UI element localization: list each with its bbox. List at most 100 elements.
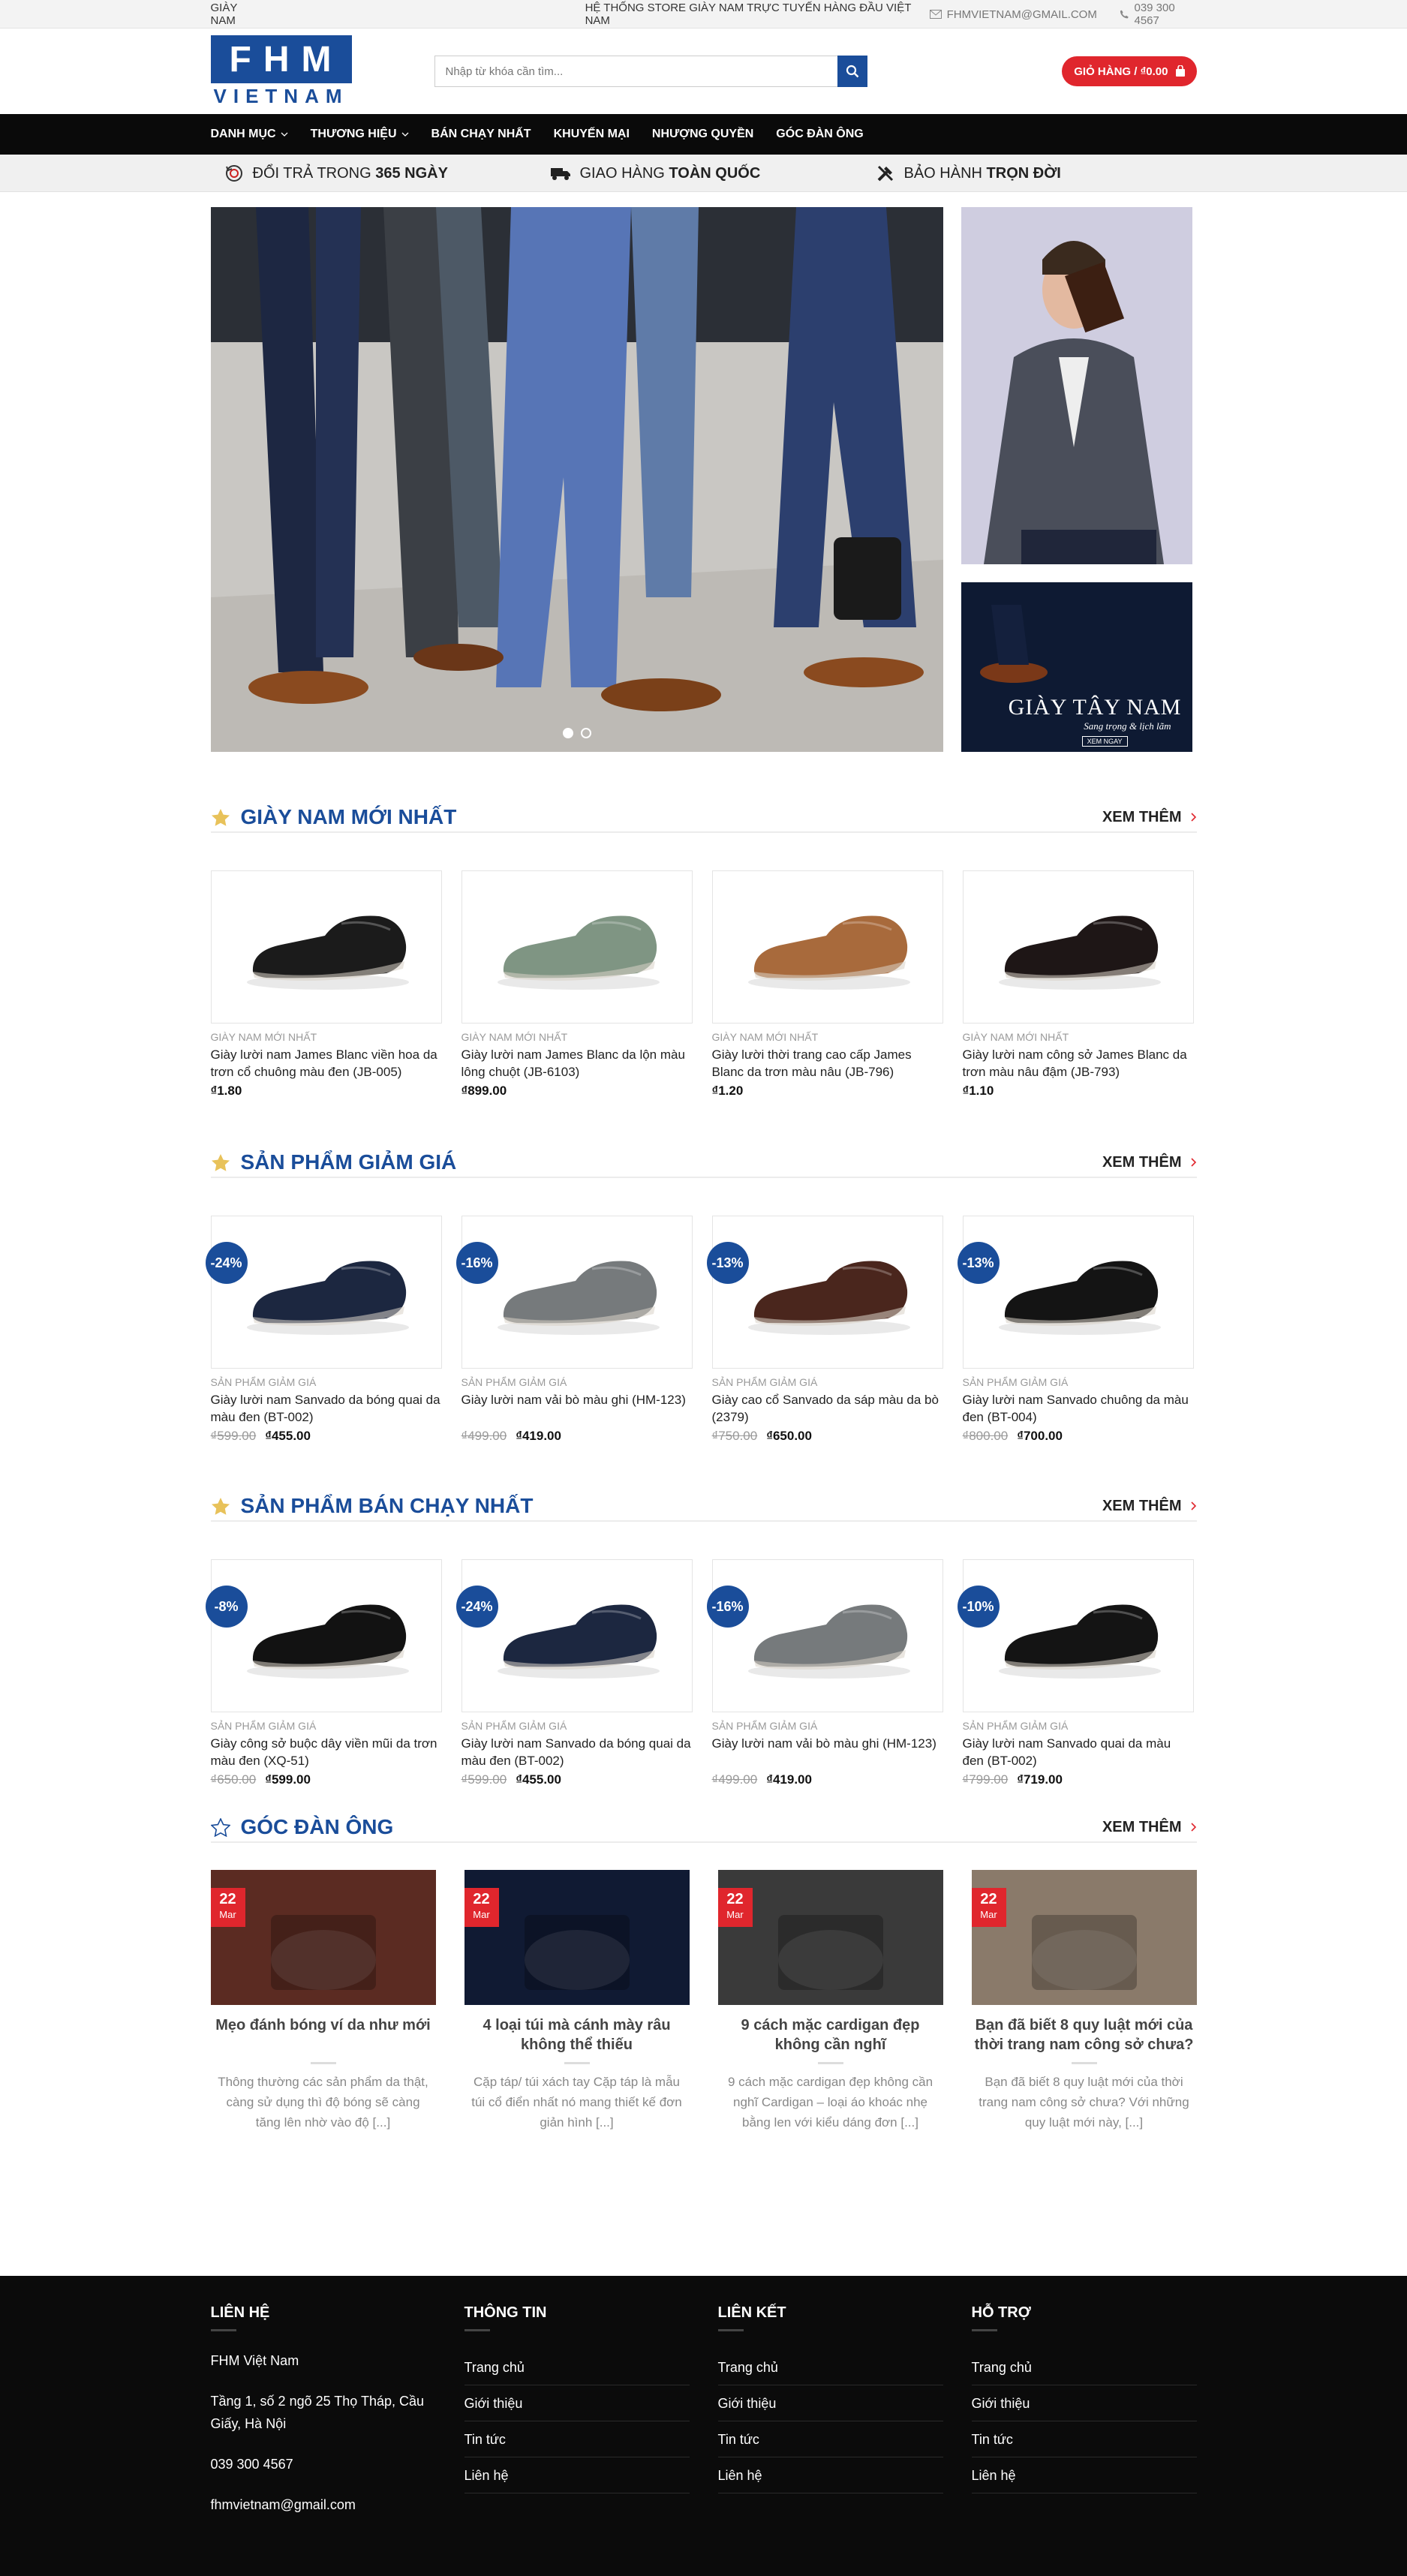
product-image[interactable]: -16% bbox=[706, 1559, 943, 1712]
product-category[interactable]: GIÀY NAM MỚI NHẤT bbox=[211, 1031, 443, 1043]
footer-link[interactable]: Giới thiệu bbox=[464, 2385, 690, 2421]
product-card[interactable]: -24% SẢN PHẨM GIẢM GIÁ Giày lười nam Sanva… bbox=[455, 1559, 694, 1787]
product-card[interactable]: -13% SẢN PHẨM GIẢM GIÁ Giày lười nam Sanva… bbox=[957, 1216, 1195, 1444]
blog-post-excerpt: Cặp táp/ túi xách tay Cặp táp là mẫu túi… bbox=[471, 2075, 682, 2130]
product-card[interactable]: -13% SẢN PHẨM GIẢM GIÁ Giày cao cổ Sanvado… bbox=[706, 1216, 945, 1444]
blog-thumbnail[interactable]: 22 Mar bbox=[464, 1870, 690, 2005]
site-logo[interactable]: F H M VIETNAM bbox=[210, 35, 353, 107]
product-category[interactable]: SẢN PHẨM GIẢM GIÁ bbox=[211, 1720, 443, 1732]
blog-thumbnail[interactable]: 22 Mar bbox=[717, 1870, 943, 2005]
product-image[interactable]: -13% bbox=[706, 1216, 943, 1369]
product-category[interactable]: SẢN PHẨM GIẢM GIÁ bbox=[712, 1376, 945, 1388]
blog-post[interactable]: 22 Mar Bạn đã biết 8 quy luật mới của thời… bbox=[971, 1870, 1197, 2133]
search-input[interactable] bbox=[434, 56, 837, 87]
product-image[interactable]: -13% bbox=[957, 1216, 1194, 1369]
footer-link[interactable]: Giới thiệu bbox=[971, 2385, 1197, 2421]
product-image[interactable]: -10% bbox=[957, 1559, 1194, 1712]
view-more-link[interactable]: XEM THÊM bbox=[1102, 1154, 1197, 1171]
product-card[interactable]: -16% SẢN PHẨM GIẢM GIÁ Giày lười nam vải b… bbox=[455, 1216, 694, 1444]
product-name[interactable]: Giày lười nam James Blanc da lộn màu lôn… bbox=[461, 1046, 694, 1081]
view-more-link[interactable]: XEM THÊM bbox=[1102, 809, 1197, 826]
nav-item-nhuong-quyen[interactable]: NHƯỢNG QUYỀN bbox=[652, 128, 753, 141]
blog-post[interactable]: 22 Mar 4 loại túi mà cánh mày râu không th… bbox=[464, 1870, 690, 2133]
product-card[interactable]: -16% SẢN PHẨM GIẢM GIÁ Giày lười nam vải b… bbox=[706, 1559, 945, 1787]
footer-phone[interactable]: 039 300 4567 bbox=[211, 2453, 436, 2475]
view-more-link[interactable]: XEM THÊM bbox=[1102, 1498, 1197, 1515]
product-card[interactable]: -24% SẢN PHẨM GIẢM GIÁ Giày lười nam Sanva… bbox=[205, 1216, 443, 1444]
product-image[interactable]: -16% bbox=[455, 1216, 693, 1369]
slider-dot-active[interactable] bbox=[562, 728, 573, 738]
product-image[interactable] bbox=[962, 870, 1194, 1023]
blog-thumbnail[interactable]: 22 Mar bbox=[210, 1870, 436, 2005]
side-banner-cta[interactable]: XEM NGAY bbox=[1081, 736, 1128, 747]
blog-post-title[interactable]: Mẹo đánh bóng ví da như mới bbox=[211, 2015, 436, 2054]
product-image[interactable]: -24% bbox=[205, 1216, 442, 1369]
footer-link[interactable]: Liên hệ bbox=[464, 2457, 690, 2493]
view-more-link[interactable]: XEM THÊM bbox=[1102, 1819, 1197, 1836]
product-category[interactable]: SẢN PHẨM GIẢM GIÁ bbox=[211, 1376, 443, 1388]
hero-slider[interactable] bbox=[210, 207, 943, 752]
product-image[interactable] bbox=[210, 870, 442, 1023]
product-card[interactable]: -10% SẢN PHẨM GIẢM GIÁ Giày lười nam Sanva… bbox=[957, 1559, 1195, 1787]
footer-email[interactable]: fhmvietnam@gmail.com bbox=[211, 2493, 436, 2516]
product-category[interactable]: SẢN PHẨM GIẢM GIÁ bbox=[712, 1720, 945, 1732]
nav-item-ban-chay-nhat[interactable]: BÁN CHẠY NHẤT bbox=[431, 128, 531, 141]
nav-item-goc-dan-ong[interactable]: GÓC ĐÀN ÔNG bbox=[776, 128, 863, 141]
nav-item-thuong-hieu[interactable]: THƯƠNG HIỆU bbox=[311, 128, 409, 141]
footer-link[interactable]: Giới thiệu bbox=[717, 2385, 943, 2421]
product-name[interactable]: Giày lười nam vải bò màu ghi (HM-123) bbox=[712, 1735, 945, 1769]
footer-link[interactable]: Liên hệ bbox=[971, 2457, 1197, 2493]
product-name[interactable]: Giày lười nam công sở James Blanc da trơ… bbox=[963, 1046, 1195, 1081]
product-category[interactable]: GIÀY NAM MỚI NHẤT bbox=[712, 1031, 945, 1043]
blog-post-title[interactable]: 9 cách mặc cardigan đẹp không cần nghĩ bbox=[718, 2015, 943, 2054]
footer-link[interactable]: Tin tức bbox=[717, 2421, 943, 2457]
footer-link[interactable]: Trang chủ bbox=[971, 2349, 1197, 2385]
cart-button[interactable]: GIỎ HÀNG / ₫0.00 bbox=[1062, 56, 1197, 86]
product-category[interactable]: SẢN PHẨM GIẢM GIÁ bbox=[461, 1720, 694, 1732]
search-button[interactable] bbox=[837, 56, 867, 87]
side-banner-shoes[interactable]: GIÀY TÂY NAM Sang trọng & lịch lãm XEM N… bbox=[961, 582, 1192, 752]
product-name[interactable]: Giày lười thời trang cao cấp James Blanc… bbox=[712, 1046, 945, 1081]
blog-thumbnail[interactable]: 22 Mar bbox=[971, 1870, 1197, 2005]
footer-link[interactable]: Trang chủ bbox=[464, 2349, 690, 2385]
product-card[interactable]: -8% SẢN PHẨM GIẢM GIÁ Giày công sở buộc dâ… bbox=[205, 1559, 443, 1787]
footer-link[interactable]: Tin tức bbox=[971, 2421, 1197, 2457]
nav-item-khuyen-mai[interactable]: KHUYẾN MẠI bbox=[554, 128, 630, 141]
blog-post[interactable]: 22 Mar 9 cách mặc cardigan đẹp không cần n… bbox=[717, 1870, 943, 2133]
product-image[interactable] bbox=[461, 870, 693, 1023]
product-category[interactable]: GIÀY NAM MỚI NHẤT bbox=[461, 1031, 694, 1043]
footer-link[interactable]: Tin tức bbox=[464, 2421, 690, 2457]
product-name[interactable]: Giày lười nam Sanvado quai da màu đen (B… bbox=[963, 1735, 1195, 1769]
product-name[interactable]: Giày lười nam James Blanc viền hoa da tr… bbox=[211, 1046, 443, 1081]
blog-post-title[interactable]: 4 loại túi mà cánh mày râu không thể thi… bbox=[464, 2015, 690, 2054]
product-card[interactable]: GIÀY NAM MỚI NHẤT Giày lười nam công sở J… bbox=[962, 870, 1195, 1099]
topbar-email[interactable]: FHMVIETNAM@GMAIL.COM bbox=[929, 2, 1097, 27]
topbar-left-text[interactable]: GIÀY NAM bbox=[211, 2, 264, 27]
footer-link[interactable]: Liên hệ bbox=[717, 2457, 943, 2493]
main-navigation: DANH MỤC THƯƠNG HIỆU BÁN CHẠY NHẤT KHUYẾ… bbox=[0, 114, 1407, 155]
product-image[interactable]: -8% bbox=[205, 1559, 442, 1712]
product-card[interactable]: GIÀY NAM MỚI NHẤT Giày lười thời trang ca… bbox=[711, 870, 945, 1099]
product-category[interactable]: GIÀY NAM MỚI NHẤT bbox=[963, 1031, 1195, 1043]
product-card[interactable]: GIÀY NAM MỚI NHẤT Giày lười nam James Bla… bbox=[461, 870, 694, 1099]
product-card[interactable]: GIÀY NAM MỚI NHẤT Giày lười nam James Bla… bbox=[210, 870, 443, 1099]
product-name[interactable]: Giày lười nam vải bò màu ghi (HM-123) bbox=[461, 1391, 694, 1426]
product-name[interactable]: Giày cao cổ Sanvado da sáp màu da bò (23… bbox=[712, 1391, 945, 1426]
product-category[interactable]: SẢN PHẨM GIẢM GIÁ bbox=[963, 1720, 1195, 1732]
product-name[interactable]: Giày lười nam Sanvado da bóng quai da mà… bbox=[461, 1735, 694, 1769]
product-image[interactable]: -24% bbox=[455, 1559, 693, 1712]
product-name[interactable]: Giày lười nam Sanvado da bóng quai da mà… bbox=[211, 1391, 443, 1426]
footer-link[interactable]: Trang chủ bbox=[717, 2349, 943, 2385]
blog-post-title[interactable]: Bạn đã biết 8 quy luật mới của thời tran… bbox=[972, 2015, 1197, 2054]
benefit-return-text: ĐỔI TRẢ TRONG 365 NGÀY bbox=[252, 164, 448, 182]
product-name[interactable]: Giày lười nam Sanvado chuông da màu đen … bbox=[963, 1391, 1195, 1426]
product-category[interactable]: SẢN PHẨM GIẢM GIÁ bbox=[963, 1376, 1195, 1388]
product-image[interactable] bbox=[711, 870, 943, 1023]
blog-post[interactable]: 22 Mar Mẹo đánh bóng ví da như mới Thông th… bbox=[210, 1870, 436, 2133]
product-name[interactable]: Giày công sở buộc dây viền mũi da trơn m… bbox=[211, 1735, 443, 1769]
topbar-phone[interactable]: 039 300 4567 bbox=[1120, 2, 1197, 27]
side-banner-model[interactable] bbox=[961, 207, 1192, 564]
product-category[interactable]: SẢN PHẨM GIẢM GIÁ bbox=[461, 1376, 694, 1388]
nav-item-danh-muc[interactable]: DANH MỤC bbox=[211, 128, 288, 141]
slider-dot[interactable] bbox=[580, 728, 591, 738]
